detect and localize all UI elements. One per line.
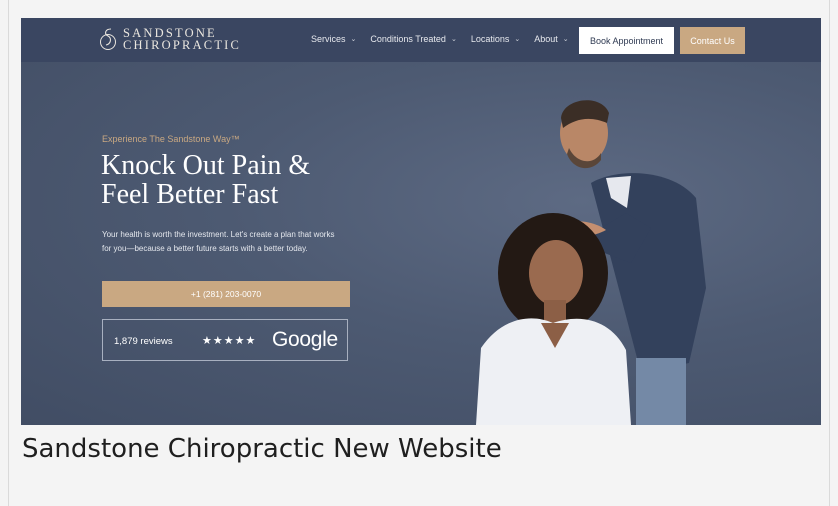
nav-item-conditions-treated[interactable]: Conditions Treated ⌄ <box>370 34 456 44</box>
nav-item-label: Locations <box>470 34 510 44</box>
book-appointment-button[interactable]: Book Appointment <box>579 27 674 54</box>
nav-item-locations[interactable]: Locations ⌄ <box>471 34 520 44</box>
contact-us-button[interactable]: Contact Us <box>680 27 745 54</box>
chevron-down-icon: ⌄ <box>514 36 521 43</box>
hero-subtext: Your health is worth the investment. Let… <box>102 230 335 253</box>
review-count: 1,879 reviews <box>114 336 173 347</box>
nav-item-label: About <box>534 34 558 44</box>
nav-item-label: Conditions Treated <box>370 34 446 44</box>
call-phone-button[interactable]: +1 (281) 203-0070 <box>102 281 350 307</box>
hero-eyebrow: Experience The Sandstone Way™ <box>102 134 240 144</box>
site-logo[interactable]: SANDSTONE CHIROPRACTIC <box>99 26 241 52</box>
chevron-down-icon: ⌄ <box>562 36 569 43</box>
nav-item-label: Services <box>311 34 346 44</box>
hero-headline: Knock Out Pain & Feel Better Fast <box>101 151 381 209</box>
headline-line-2: Feel Better Fast <box>101 179 279 210</box>
headline-line-1: Knock Out Pain & <box>101 150 311 181</box>
nav-item-services[interactable]: Services ⌄ <box>311 34 356 44</box>
hero-photo-chiropractor-and-patient <box>476 100 706 425</box>
website-screenshot: SANDSTONE CHIROPRACTIC Services ⌄ Condit… <box>21 18 821 425</box>
main-nav: Services ⌄ Conditions Treated ⌄ Location… <box>311 34 583 44</box>
card-caption: Sandstone Chiropractic New Website <box>22 434 502 464</box>
google-logo: Google <box>272 328 338 351</box>
sandstone-s-logo-icon <box>100 28 116 50</box>
nav-item-about[interactable]: About ⌄ <box>534 34 568 44</box>
frame-border <box>8 0 9 506</box>
site-header: SANDSTONE CHIROPRACTIC Services ⌄ Condit… <box>21 18 821 62</box>
google-reviews-badge[interactable]: 1,879 reviews ★★★★★ Google <box>102 319 348 361</box>
frame-border <box>829 0 830 506</box>
rating-stars: ★★★★★ <box>202 335 257 347</box>
logo-line-2: CHIROPRACTIC <box>123 38 242 52</box>
chevron-down-icon: ⌄ <box>350 36 357 43</box>
chevron-down-icon: ⌄ <box>450 36 457 43</box>
logo-wordmark: SANDSTONE CHIROPRACTIC <box>123 27 242 52</box>
